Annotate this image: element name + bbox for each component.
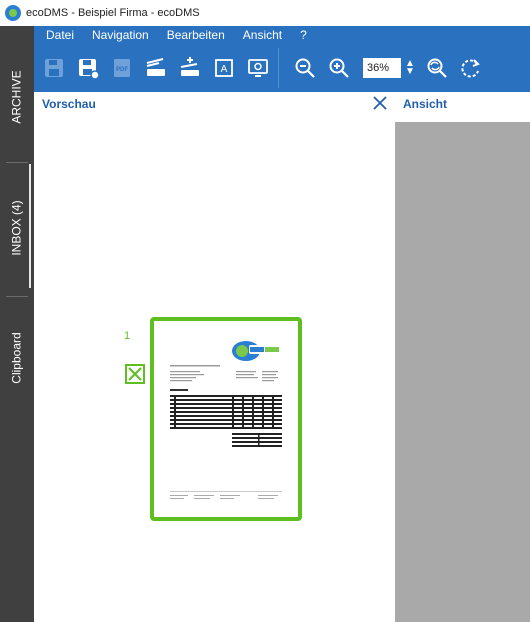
menu-item-navigation[interactable]: Navigation	[92, 28, 149, 42]
menu-item-help[interactable]: ?	[300, 28, 307, 42]
screen-capture-button[interactable]	[244, 54, 272, 82]
menu-item-ansicht[interactable]: Ansicht	[243, 28, 282, 42]
document-page-preview	[154, 321, 298, 517]
screen-capture-icon	[248, 59, 268, 77]
page-number: 1	[124, 330, 131, 342]
svg-text:A: A	[221, 64, 228, 75]
svg-text:PDF: PDF	[116, 67, 128, 73]
sidebar-tab-archive-label: ARCHIVE	[10, 70, 24, 124]
rotate-icon	[461, 59, 480, 78]
document-view-area	[395, 122, 530, 622]
menu-bar: Datei Navigation Bearbeiten Ansicht ?	[34, 26, 530, 44]
scan-add-icon	[180, 57, 199, 76]
toolbar-divider	[278, 48, 279, 88]
save-button[interactable]	[40, 54, 68, 82]
window-title: ecoDMS - Beispiel Firma - ecoDMS	[26, 7, 200, 19]
page-thumbnail[interactable]	[150, 317, 302, 521]
zoom-in-icon	[329, 58, 349, 78]
save-icon	[45, 59, 63, 77]
zoom-stepper[interactable]: ▲ ▼	[403, 58, 417, 78]
ocr-icon: A	[215, 59, 233, 77]
sidebar-divider	[6, 296, 28, 297]
sidebar-active-indicator	[29, 164, 31, 288]
sidebar-tab-archive[interactable]: ARCHIVE	[0, 32, 34, 162]
ocr-button[interactable]: A	[210, 54, 238, 82]
scan-button[interactable]	[142, 54, 170, 82]
sidebar-tab-clipboard[interactable]: Clipboard	[0, 298, 34, 418]
zoom-in-button[interactable]	[325, 54, 353, 82]
menu-item-bearbeiten[interactable]: Bearbeiten	[167, 28, 225, 42]
sidebar-tab-clipboard-label: Clipboard	[10, 332, 24, 384]
vorschau-panel-header: Vorschau	[42, 92, 96, 116]
page-select-checkbox[interactable]	[125, 364, 145, 384]
rotate-button[interactable]	[457, 54, 485, 82]
zoom-level-input[interactable]: 36%	[363, 58, 401, 78]
close-icon[interactable]	[372, 95, 388, 111]
fit-page-icon	[427, 58, 447, 78]
sidebar-divider	[6, 162, 28, 163]
vorschau-panel-title: Vorschau	[42, 97, 96, 111]
checkbox-check-icon	[128, 367, 142, 381]
ansicht-panel-header: Ansicht	[403, 92, 447, 116]
title-bar: ecoDMS - Beispiel Firma - ecoDMS	[0, 0, 530, 26]
pdf-button[interactable]: PDF	[108, 54, 136, 82]
sidebar-tab-inbox-label: INBOX (4)	[10, 200, 24, 256]
zoom-out-icon	[295, 58, 315, 78]
scan-add-button[interactable]	[176, 54, 204, 82]
fit-page-button[interactable]	[423, 54, 451, 82]
ecodms-app-icon	[5, 5, 21, 21]
ansicht-panel-title: Ansicht	[403, 97, 448, 111]
zoom-out-button[interactable]	[291, 54, 319, 82]
sidebar: ARCHIVE INBOX (4) Clipboard	[0, 26, 34, 622]
save-as-button[interactable]	[74, 54, 102, 82]
chevron-down-icon[interactable]: ▼	[405, 67, 415, 77]
toolbar: PDF A 36% ▲ ▼	[34, 44, 530, 92]
save-as-icon	[79, 59, 100, 80]
pdf-icon: PDF	[114, 59, 130, 77]
scan-icon	[146, 58, 165, 76]
menu-item-datei[interactable]: Datei	[46, 28, 74, 42]
